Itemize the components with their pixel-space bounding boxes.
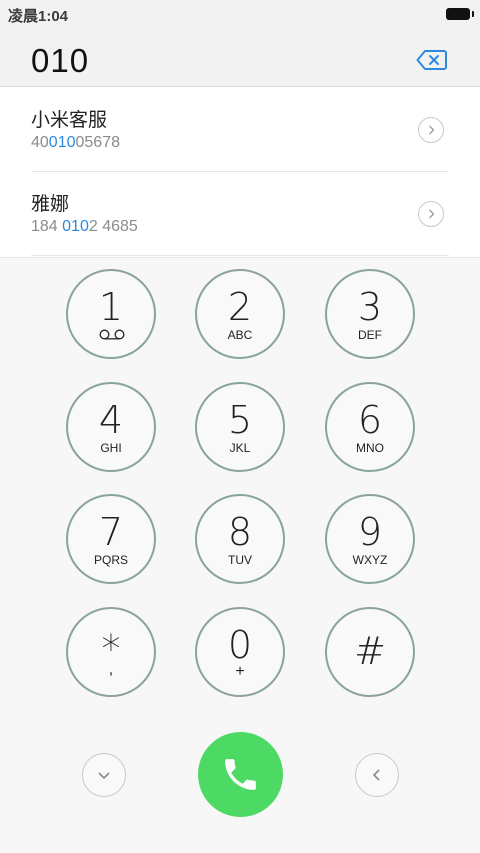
match-highlight: 010 [62,218,89,235]
call-button[interactable] [198,732,283,817]
voicemail-icon [99,329,125,340]
contact-number: 184 0102 4685 [31,218,138,235]
key-0[interactable]: 0 + [195,607,285,697]
chevron-left-icon [372,769,380,781]
battery-icon [446,8,474,20]
back-button[interactable] [355,753,399,797]
key-7[interactable]: 7 PQRS [66,494,156,584]
dial-display: 010 [0,28,480,87]
chevron-right-icon [429,125,435,135]
key-5[interactable]: 5 JKL [195,382,285,472]
search-results: 小米客服 4001005678 雅娜 184 0102 4685 [0,87,480,258]
backspace-button[interactable] [416,49,447,71]
backspace-icon [416,50,447,70]
status-bar: 凌晨1:04 [0,0,480,28]
chevron-right-icon [429,209,435,219]
key-9[interactable]: 9 WXYZ [325,494,415,584]
contact-detail-button[interactable] [418,117,444,143]
key-1[interactable]: 1 [66,269,156,359]
key-star[interactable]: * , [66,607,156,697]
key-8[interactable]: 8 TUV [195,494,285,584]
dialed-number: 010 [31,42,90,79]
contact-result[interactable]: 雅娜 184 0102 4685 [31,171,449,256]
collapse-keypad-button[interactable] [82,753,126,797]
key-3[interactable]: 3 DEF [325,269,415,359]
contact-result[interactable]: 小米客服 4001005678 [31,87,449,172]
contact-detail-button[interactable] [418,201,444,227]
chevron-down-icon [98,772,110,780]
contact-name: 雅娜 [31,193,70,215]
key-4[interactable]: 4 GHI [66,382,156,472]
status-time: 凌晨1:04 [8,8,69,25]
key-2[interactable]: 2 ABC [195,269,285,359]
key-6[interactable]: 6 MNO [325,382,415,472]
contact-number: 4001005678 [31,134,120,151]
match-highlight: 010 [48,134,76,151]
contact-name: 小米客服 [31,109,108,131]
phone-icon [225,759,256,790]
key-hash[interactable]: # [325,607,415,697]
